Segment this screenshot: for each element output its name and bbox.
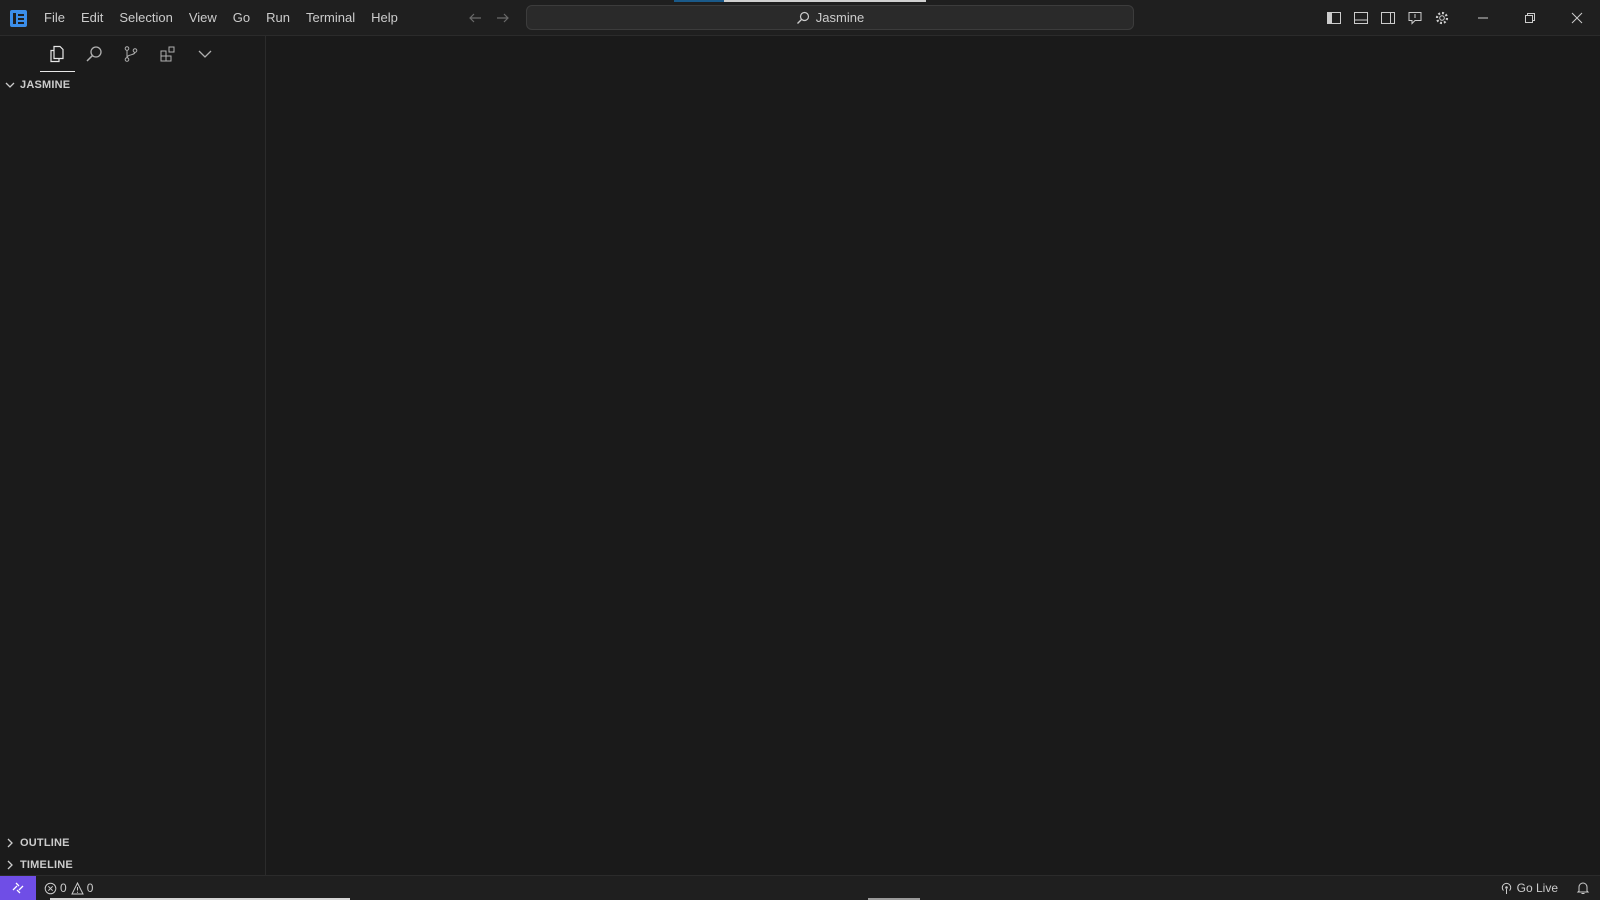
remote-indicator-button[interactable] bbox=[0, 876, 36, 900]
menu-terminal[interactable]: Terminal bbox=[298, 6, 363, 30]
progress-indicator bbox=[674, 0, 926, 2]
settings-gear-icon[interactable] bbox=[1431, 7, 1453, 29]
status-right-items: Go Live bbox=[1492, 876, 1600, 900]
more-chevron-icon[interactable] bbox=[186, 36, 223, 72]
error-icon bbox=[44, 882, 57, 895]
menu-run[interactable]: Run bbox=[258, 6, 298, 30]
close-icon[interactable] bbox=[1553, 0, 1600, 36]
explorer-folder-header[interactable]: JASMINE bbox=[0, 74, 265, 96]
explorer-icon[interactable] bbox=[38, 36, 75, 72]
warning-count: 0 bbox=[86, 881, 94, 895]
status-bar: 0 0 Go Live bbox=[0, 875, 1600, 900]
remote-icon bbox=[11, 881, 25, 895]
menu-edit[interactable]: Edit bbox=[73, 6, 111, 30]
go-live-label: Go Live bbox=[1516, 881, 1558, 895]
workspace-name: Jasmine bbox=[815, 10, 865, 25]
problems-indicator[interactable]: 0 0 bbox=[44, 876, 93, 900]
timeline-label: TIMELINE bbox=[20, 859, 73, 871]
minimize-icon[interactable] bbox=[1459, 0, 1506, 36]
go-live-button[interactable]: Go Live bbox=[1492, 881, 1566, 895]
chevron-right-icon bbox=[0, 854, 20, 876]
broadcast-icon bbox=[1500, 882, 1513, 895]
chevron-right-icon bbox=[0, 832, 20, 854]
command-center[interactable]: Jasmine bbox=[526, 5, 1134, 30]
navigation-arrows bbox=[465, 8, 513, 28]
primary-sidebar: JASMINE OUTLINE TIMELINE bbox=[0, 36, 266, 875]
toggle-panel-icon[interactable] bbox=[1350, 7, 1372, 29]
title-bar: File Edit Selection View Go Run Terminal… bbox=[0, 0, 1600, 36]
window-controls bbox=[1459, 0, 1600, 36]
source-control-icon[interactable] bbox=[112, 36, 149, 72]
menu-file[interactable]: File bbox=[36, 6, 73, 30]
menu-view[interactable]: View bbox=[181, 6, 225, 30]
extensions-icon[interactable] bbox=[149, 36, 186, 72]
vscode-logo-icon bbox=[10, 10, 27, 27]
outline-label: OUTLINE bbox=[20, 837, 70, 849]
menu-go[interactable]: Go bbox=[225, 6, 258, 30]
search-icon bbox=[796, 11, 810, 25]
timeline-section-header[interactable]: TIMELINE bbox=[0, 854, 265, 876]
outline-section-header[interactable]: OUTLINE bbox=[0, 832, 265, 854]
editor-area[interactable] bbox=[267, 36, 1600, 875]
toggle-primary-sidebar-icon[interactable] bbox=[1323, 7, 1345, 29]
menu-help[interactable]: Help bbox=[363, 6, 406, 30]
back-arrow-icon[interactable] bbox=[465, 8, 485, 28]
toggle-chat-icon[interactable] bbox=[1404, 7, 1426, 29]
warning-icon bbox=[70, 881, 84, 895]
folder-name: JASMINE bbox=[20, 79, 71, 91]
menu-selection[interactable]: Selection bbox=[111, 6, 180, 30]
forward-arrow-icon[interactable] bbox=[493, 8, 513, 28]
menu-bar: File Edit Selection View Go Run Terminal… bbox=[36, 0, 406, 36]
search-icon[interactable] bbox=[75, 36, 112, 72]
activity-tabs bbox=[38, 36, 223, 72]
error-count: 0 bbox=[60, 881, 67, 895]
chevron-down-icon bbox=[0, 74, 20, 96]
layout-controls bbox=[1323, 7, 1453, 29]
notifications-bell-icon[interactable] bbox=[1566, 876, 1600, 900]
restore-icon[interactable] bbox=[1506, 0, 1553, 36]
toggle-secondary-sidebar-icon[interactable] bbox=[1377, 7, 1399, 29]
